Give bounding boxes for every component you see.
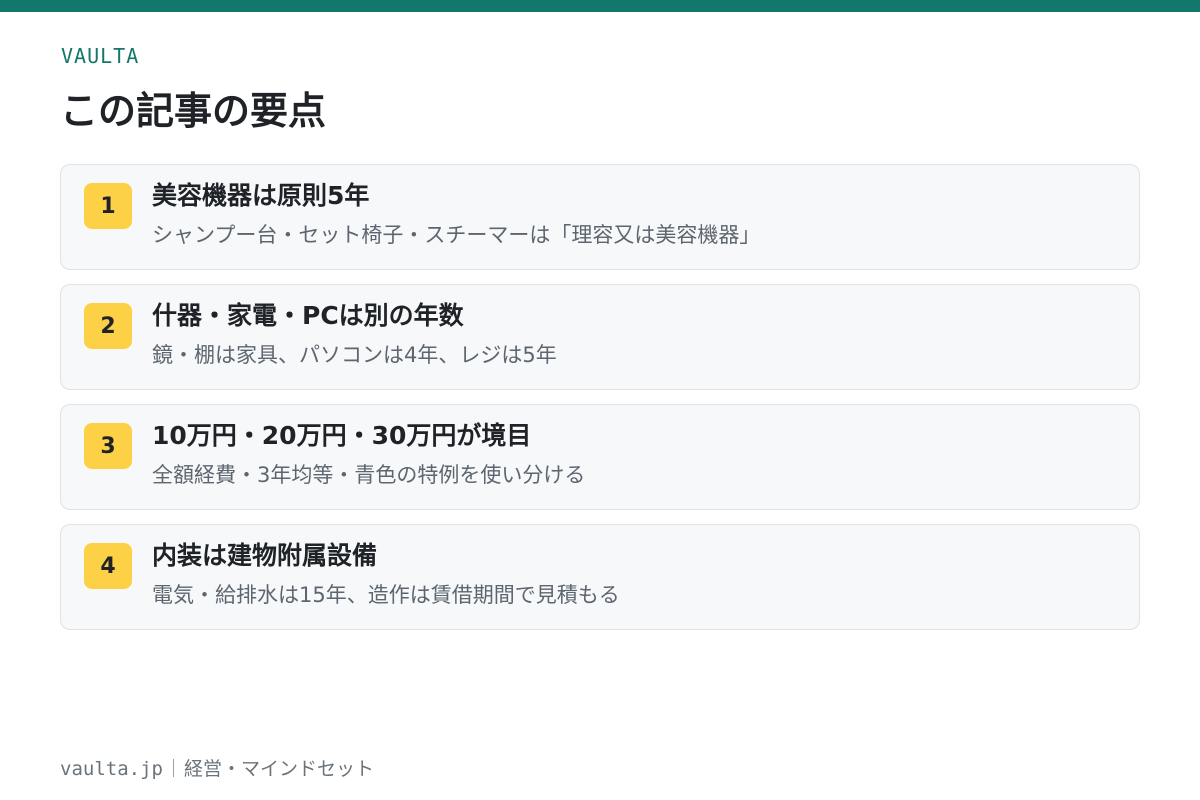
- number-badge: 3: [84, 423, 132, 469]
- footer-category[interactable]: 経営・マインドセット: [184, 758, 374, 780]
- number-badge: 1: [84, 183, 132, 229]
- brand-logo-text: VAULTA: [61, 44, 140, 68]
- footer-divider: [172, 759, 174, 777]
- page-title: この記事の要点: [60, 89, 327, 133]
- key-point-description: 鏡・棚は家具、パソコンは4年、レジは5年: [152, 343, 557, 367]
- footer-site-link[interactable]: vaulta.jp: [60, 758, 163, 780]
- key-point-card: 2 什器・家電・PCは別の年数 鏡・棚は家具、パソコンは4年、レジは5年: [60, 284, 1140, 390]
- key-point-description: シャンプー台・セット椅子・スチーマーは「理容又は美容機器」: [152, 223, 761, 247]
- footer: vaulta.jp 経営・マインドセット: [60, 754, 374, 781]
- key-point-card: 1 美容機器は原則5年 シャンプー台・セット椅子・スチーマーは「理容又は美容機器…: [60, 164, 1140, 270]
- key-points-list: 1 美容機器は原則5年 シャンプー台・セット椅子・スチーマーは「理容又は美容機器…: [60, 164, 1140, 644]
- key-point-title: 10万円・20万円・30万円が境目: [152, 421, 532, 450]
- number-badge: 2: [84, 303, 132, 349]
- key-point-title: 内装は建物附属設備: [152, 541, 378, 570]
- key-point-title: 什器・家電・PCは別の年数: [152, 301, 464, 330]
- key-point-description: 全額経費・3年均等・青色の特例を使い分ける: [152, 463, 586, 487]
- key-point-title: 美容機器は原則5年: [152, 181, 370, 210]
- number-badge: 4: [84, 543, 132, 589]
- key-point-description: 電気・給排水は15年、造作は賃借期間で見積もる: [152, 583, 620, 607]
- top-accent-bar: [0, 0, 1200, 12]
- key-point-card: 3 10万円・20万円・30万円が境目 全額経費・3年均等・青色の特例を使い分け…: [60, 404, 1140, 510]
- key-point-card: 4 内装は建物附属設備 電気・給排水は15年、造作は賃借期間で見積もる: [60, 524, 1140, 630]
